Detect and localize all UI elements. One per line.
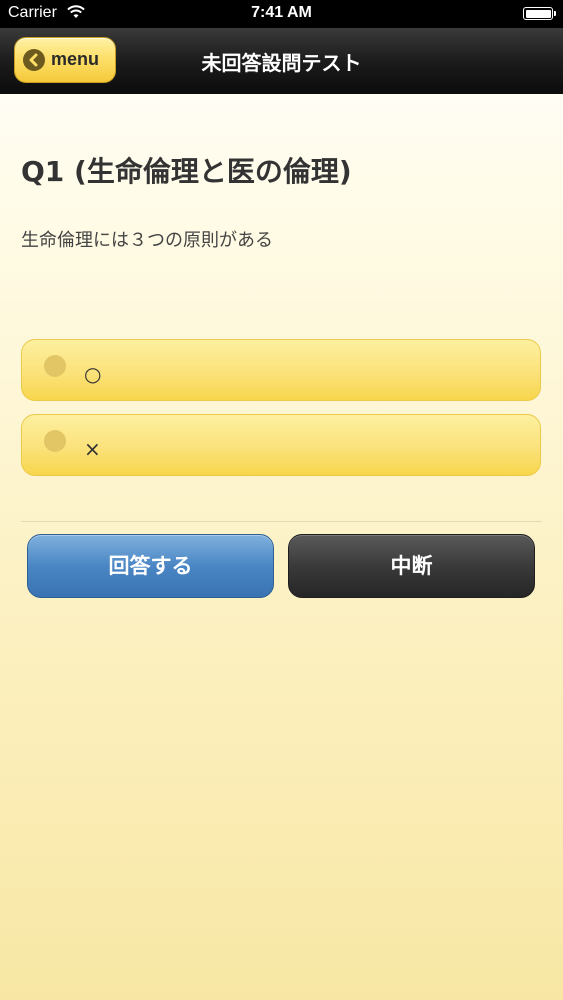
question-title: Q1 (生命倫理と医の倫理) xyxy=(21,155,352,188)
menu-button-label: menu xyxy=(51,49,100,69)
divider xyxy=(21,521,542,522)
clock: 7:41 AM xyxy=(251,4,312,21)
answer-button[interactable]: 回答する xyxy=(27,534,274,598)
radio-icon xyxy=(44,430,66,452)
answer-option-true[interactable]: ○ xyxy=(21,339,541,401)
status-bar: Carrier 7:41 AM xyxy=(0,0,563,28)
question-text: 生命倫理には３つの原則がある xyxy=(21,230,273,251)
option-label: × xyxy=(84,437,101,461)
pause-button[interactable]: 中断 xyxy=(288,534,535,598)
option-label: ○ xyxy=(84,362,102,386)
answer-option-false[interactable]: × xyxy=(21,414,541,476)
navigation-bar: menu 未回答設問テスト xyxy=(0,28,563,94)
page-title: 未回答設問テスト xyxy=(201,51,362,75)
radio-icon xyxy=(44,355,66,377)
menu-button[interactable]: menu xyxy=(14,37,116,83)
battery-icon xyxy=(523,7,556,20)
chevron-left-icon xyxy=(23,49,45,71)
